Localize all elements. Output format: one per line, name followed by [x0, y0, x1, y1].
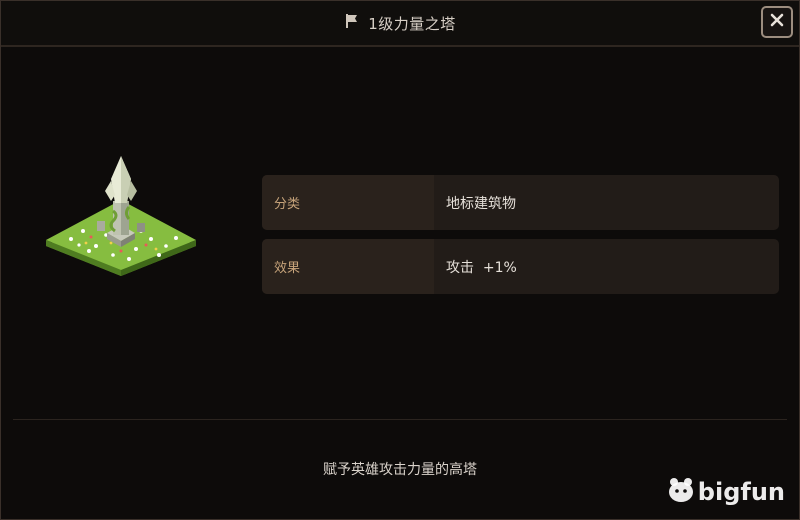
- info-row-category: 分类 地标建筑物: [262, 175, 779, 230]
- effect-label: 效果: [262, 239, 434, 294]
- dialog-title: 1级力量之塔: [368, 14, 456, 33]
- building-description: 赋予英雄攻击力量的高塔: [323, 462, 477, 478]
- close-icon: [769, 12, 785, 32]
- bigfun-logo-icon: [667, 477, 695, 507]
- category-value: 地标建筑物: [446, 195, 516, 212]
- flag-icon: [344, 13, 360, 33]
- dialog-title-group: 1级力量之塔: [344, 13, 456, 34]
- watermark-text: bigfun: [697, 478, 785, 506]
- close-button[interactable]: [761, 6, 793, 38]
- dialog-titlebar: 1级力量之塔: [1, 1, 799, 47]
- category-label: 分类: [262, 175, 434, 230]
- building-info-dialog: 1级力量之塔 分类 地标建筑物 效果 攻击 +1% 赋予英雄攻击力量的高塔 bi…: [0, 0, 800, 520]
- tower-building-image: [41, 151, 201, 276]
- effect-value: 攻击 +1%: [446, 259, 517, 276]
- section-divider: [13, 419, 787, 420]
- info-row-effect: 效果 攻击 +1%: [262, 239, 779, 294]
- bigfun-watermark: bigfun: [667, 477, 785, 507]
